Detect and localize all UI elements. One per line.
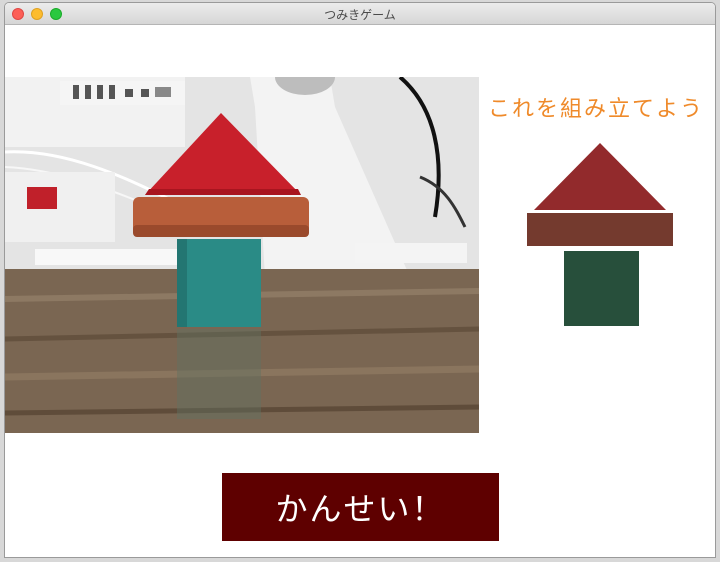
camera-view <box>5 77 479 433</box>
app-window: つみきゲーム これを組み立てよう かんせい！ <box>4 2 716 558</box>
instruction-heading: これを組み立てよう <box>488 97 705 122</box>
target-beam <box>527 213 673 246</box>
window-title: つみきゲーム <box>324 8 396 22</box>
camera-photo <box>5 77 479 433</box>
complete-button[interactable]: かんせい！ <box>222 473 499 541</box>
target-triangle <box>534 143 666 210</box>
target-square <box>564 251 639 326</box>
title-bar: つみきゲーム <box>5 3 715 25</box>
target-model <box>527 143 673 326</box>
